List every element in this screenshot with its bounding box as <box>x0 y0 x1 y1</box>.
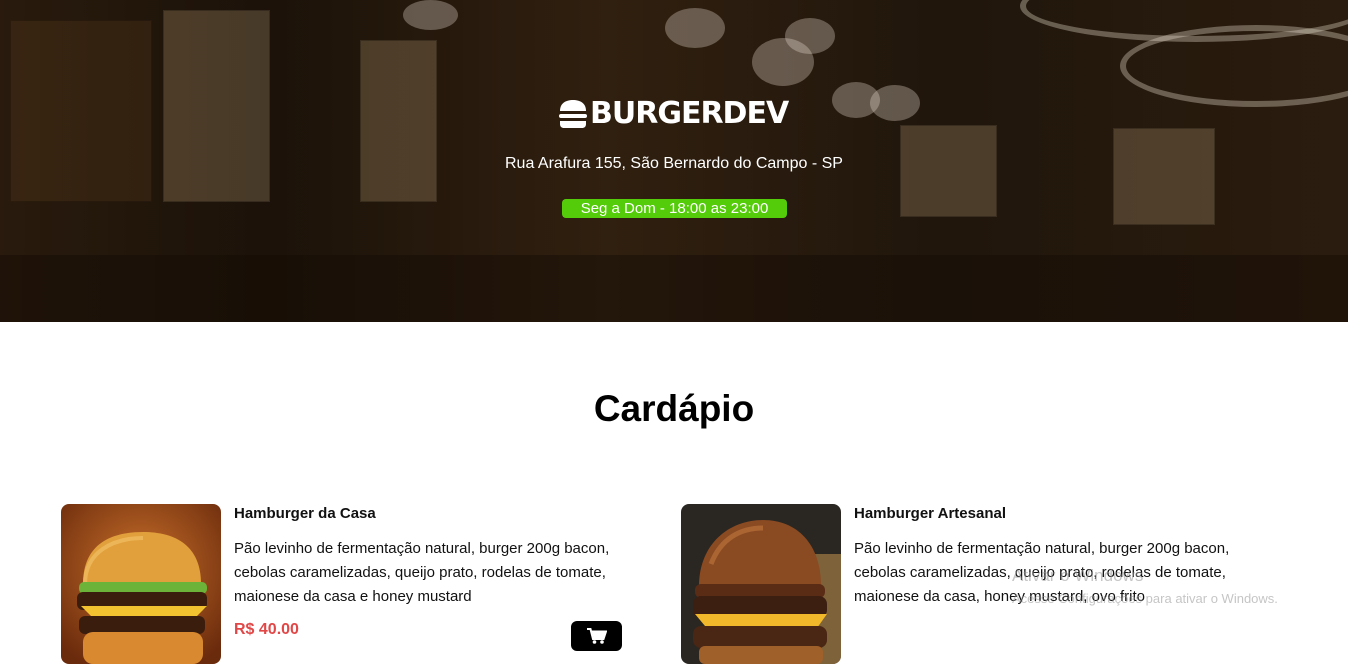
brand-name: BURGERDEV <box>590 96 789 131</box>
menu-item-card: Hamburger Artesanal Pão levinho de ferme… <box>681 504 1321 664</box>
cart-icon <box>587 628 607 644</box>
opening-hours-badge: Seg a Dom - 18:00 as 23:00 <box>562 199 787 218</box>
hero-banner: BURGERDEV Rua Arafura 155, São Bernardo … <box>0 0 1348 322</box>
windows-activation-subtitle: Acesse Configurações para ativar o Windo… <box>1012 591 1278 606</box>
menu-title: Cardápio <box>593 388 755 429</box>
menu-item-price: R$ 40.00 <box>234 621 299 638</box>
restaurant-address: Rua Arafura 155, São Bernardo do Campo -… <box>505 155 843 172</box>
add-to-cart-button[interactable] <box>571 621 622 651</box>
burger-image <box>61 504 221 664</box>
burger-image <box>681 504 841 664</box>
burger-icon <box>559 100 587 128</box>
windows-activation-title: Ativar o Windows <box>1012 566 1144 585</box>
menu-item-card: Hamburger da Casa Pão levinho de ferment… <box>61 504 661 664</box>
menu-item-name: Hamburger da Casa <box>234 505 376 522</box>
menu-item-name: Hamburger Artesanal <box>854 505 1006 522</box>
brand-logo: BURGERDEV <box>558 96 789 132</box>
menu-item-description: Pão levinho de fermentação natural, burg… <box>234 540 610 605</box>
